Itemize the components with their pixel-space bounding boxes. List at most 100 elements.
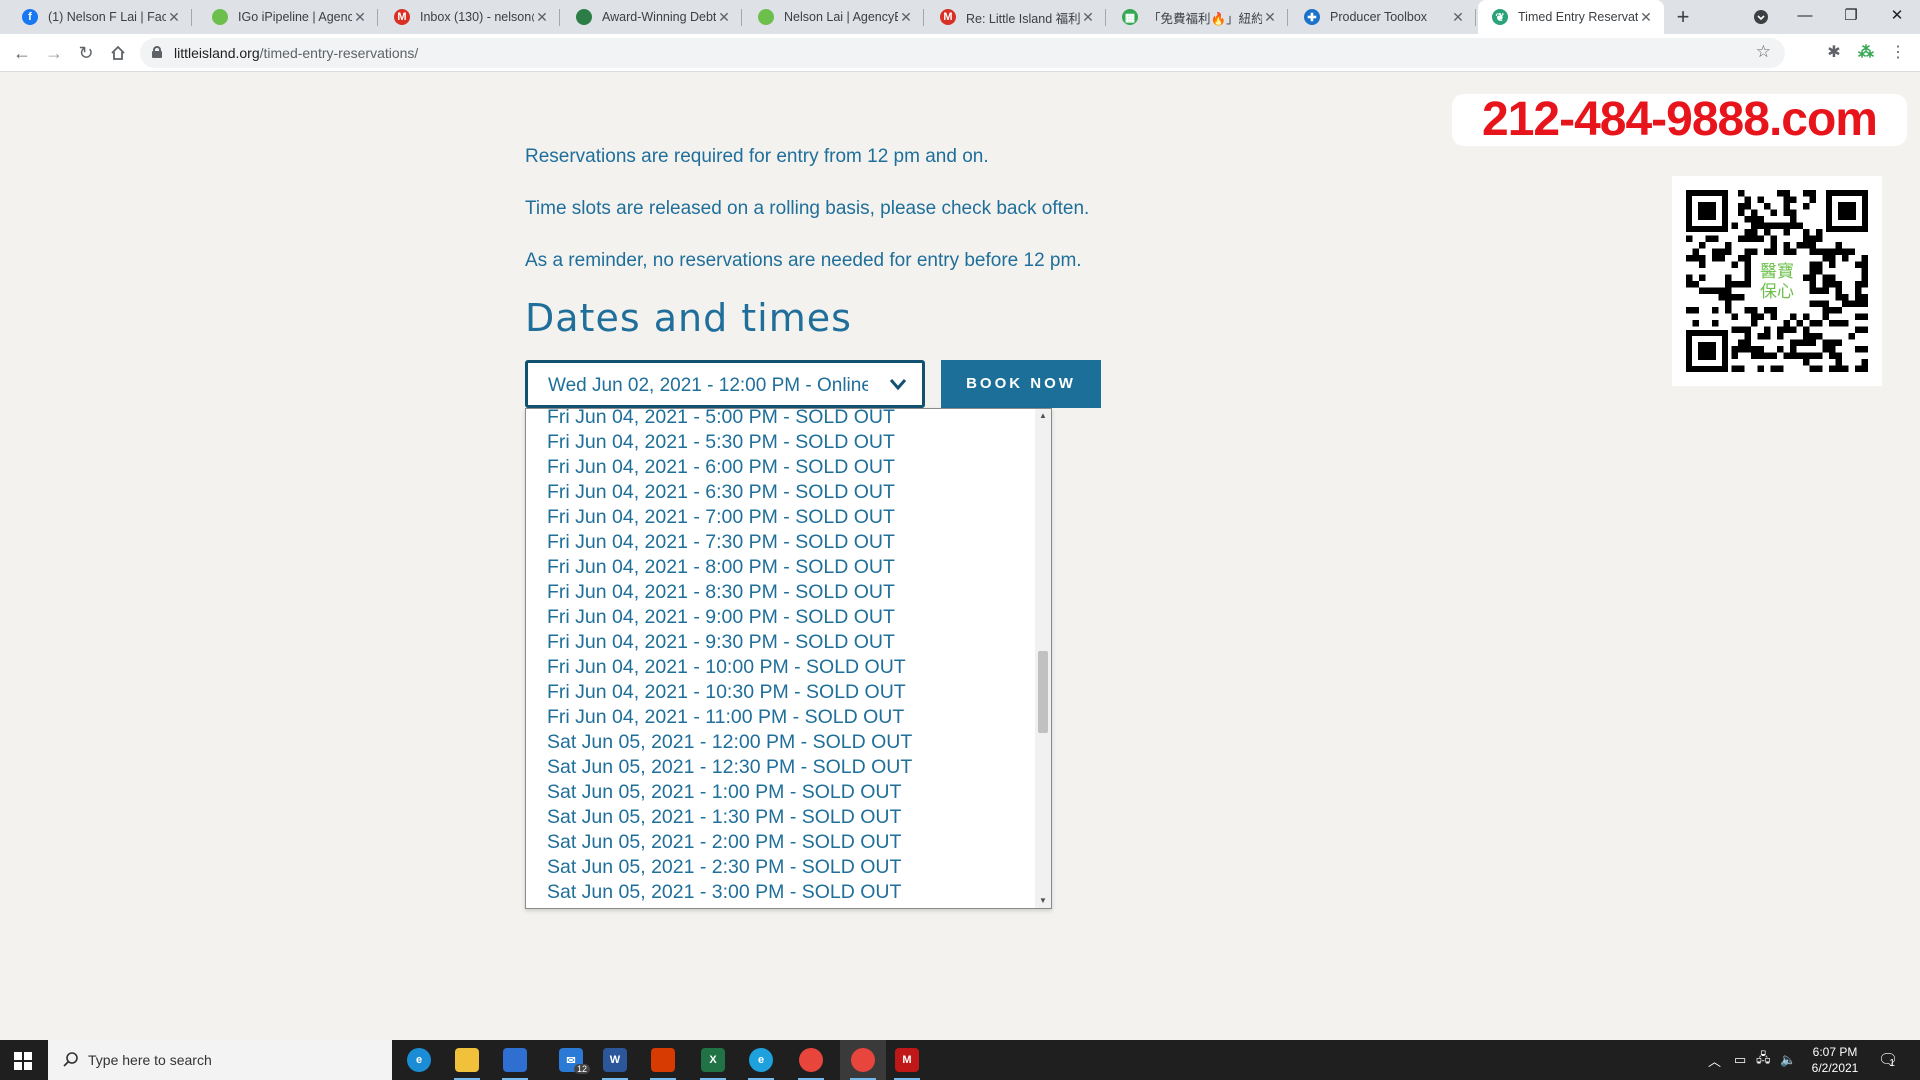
taskbar-search-box[interactable]: Type here to search	[48, 1040, 392, 1080]
slot-option[interactable]: Fri Jun 04, 2021 - 6:30 PM - SOLD OUT	[547, 481, 895, 504]
search-icon	[63, 1052, 78, 1067]
tray-chevron-icon[interactable]: ︿	[1708, 1040, 1721, 1080]
volume-icon[interactable]: 🔈	[1780, 1040, 1796, 1080]
slot-option[interactable]: Fri Jun 04, 2021 - 11:00 PM - SOLD OUT	[547, 706, 904, 729]
forward-icon[interactable]: →	[40, 39, 68, 67]
browser-tab-6[interactable]: M Re: Little Island 福利文✕	[926, 0, 1106, 34]
scroll-thumb[interactable]	[1038, 651, 1048, 733]
ie-taskbar-button[interactable]: e	[738, 1040, 784, 1080]
slot-option[interactable]: Sat Jun 05, 2021 - 12:30 PM - SOLD OUT	[547, 756, 912, 779]
profile-extension-icon[interactable]: ⁂	[1852, 39, 1880, 67]
slot-option[interactable]: Fri Jun 04, 2021 - 9:30 PM - SOLD OUT	[547, 631, 895, 654]
excel-taskbar-button[interactable]: X	[690, 1040, 736, 1080]
slot-option[interactable]: Fri Jun 04, 2021 - 7:00 PM - SOLD OUT	[547, 506, 895, 529]
home-icon[interactable]	[104, 39, 132, 67]
maximize-icon[interactable]: ❐	[1828, 0, 1874, 34]
slot-option[interactable]: Fri Jun 04, 2021 - 5:00 PM - SOLD OUT	[547, 409, 895, 429]
bookmark-star-icon[interactable]: ☆	[1756, 42, 1771, 62]
edge-app-taskbar-button[interactable]: e	[396, 1040, 442, 1080]
browser-tab-1[interactable]: f (1) Nelson F Lai | Faceb✕	[8, 0, 192, 34]
reload-icon[interactable]: ↻	[72, 39, 100, 67]
battery-icon[interactable]: ▭	[1734, 1040, 1746, 1080]
taskbar-clock[interactable]: 6:07 PM 6/2/2021	[1800, 1044, 1870, 1076]
browser-tab-4[interactable]: Award-Winning Debt C✕	[562, 0, 742, 34]
clock-date: 6/2/2021	[1811, 1061, 1859, 1075]
dropdown-scrollbar[interactable]: ▲ ▼	[1035, 409, 1051, 908]
mail-taskbar-button[interactable]: ✉ 12	[548, 1040, 594, 1080]
chrome-profile-icon	[851, 1048, 875, 1072]
browser-tab-5[interactable]: Nelson Lai | AgencyBlo✕	[744, 0, 924, 34]
slot-option[interactable]: Sat Jun 05, 2021 - 3:00 PM - SOLD OUT	[547, 881, 901, 904]
word-taskbar-button[interactable]: W	[592, 1040, 638, 1080]
clock-time: 6:07 PM	[1812, 1045, 1858, 1059]
back-icon[interactable]: ←	[8, 39, 36, 67]
slot-option[interactable]: Fri Jun 04, 2021 - 9:00 PM - SOLD OUT	[547, 606, 895, 629]
tab-label: 「免費福利🔥」紐約首	[1148, 11, 1262, 26]
slot-option[interactable]: Fri Jun 04, 2021 - 7:30 PM - SOLD OUT	[547, 531, 895, 554]
new-tab-button[interactable]: +	[1670, 4, 1696, 30]
slot-option[interactable]: Fri Jun 04, 2021 - 5:30 PM - SOLD OUT	[547, 431, 895, 454]
browser-toolbar: ← → ↻ littleisland.org/timed-entry-reser…	[0, 34, 1920, 72]
tab-close-icon[interactable]: ✕	[534, 9, 550, 26]
extensions-icon[interactable]: ✱	[1820, 39, 1848, 67]
date-time-select[interactable]: Wed Jun 02, 2021 - 12:00 PM - Online	[525, 360, 925, 408]
slot-option[interactable]: Fri Jun 04, 2021 - 10:30 PM - SOLD OUT	[547, 681, 906, 704]
tab-close-icon[interactable]: ✕	[716, 9, 732, 26]
search-placeholder: Type here to search	[88, 1052, 212, 1068]
network-icon[interactable]: 🖧	[1756, 1040, 1771, 1080]
scroll-up-arrow-icon[interactable]: ▲	[1035, 409, 1051, 423]
shield-icon	[576, 9, 592, 25]
slot-dropdown-list[interactable]: Sat Jun 05, 2021 - 3:00 PM - SOLD OUT Sat…	[525, 408, 1052, 909]
slot-option[interactable]: Sat Jun 05, 2021 - 12:00 PM - SOLD OUT	[547, 731, 912, 754]
tab-close-icon[interactable]: ✕	[1262, 9, 1278, 26]
chrome-profile-taskbar-button[interactable]	[840, 1040, 886, 1080]
tab-label: (1) Nelson F Lai | Faceb	[48, 10, 166, 24]
tab-separator	[1105, 9, 1106, 26]
chrome-taskbar-button[interactable]	[788, 1040, 834, 1080]
slot-option[interactable]: Fri Jun 04, 2021 - 8:30 PM - SOLD OUT	[547, 581, 895, 604]
tab-separator	[191, 9, 192, 26]
tab-separator	[923, 9, 924, 26]
lock-icon[interactable]	[152, 46, 162, 58]
tab-search-icon[interactable]	[1738, 0, 1784, 34]
tab-close-icon[interactable]: ✕	[898, 9, 914, 26]
url-text: littleisland.org/timed-entry-reservation…	[174, 45, 419, 61]
slot-option[interactable]: Sat Jun 05, 2021 - 2:00 PM - SOLD OUT	[547, 831, 901, 854]
tab-label: Re: Little Island 福利文	[966, 11, 1080, 26]
browser-tab-8[interactable]: ✚ Producer Toolbox ✕	[1290, 0, 1476, 34]
tab-separator	[1287, 9, 1288, 26]
tab-close-icon[interactable]: ✕	[352, 9, 368, 26]
grid-icon: ▦	[1122, 9, 1138, 25]
tab-close-icon[interactable]: ✕	[1450, 9, 1466, 26]
browser-tab-3[interactable]: M Inbox (130) - nelson@ ✕	[380, 0, 560, 34]
mcafee-taskbar-button[interactable]: M	[884, 1040, 930, 1080]
store-taskbar-button[interactable]	[492, 1040, 538, 1080]
browser-tab-7[interactable]: ▦ 「免費福利🔥」紐約首✕	[1108, 0, 1288, 34]
page-content: Reservations are required for entry from…	[0, 72, 1920, 1040]
address-bar[interactable]: littleisland.org/timed-entry-reservation…	[140, 38, 1785, 68]
tab-close-icon[interactable]: ✕	[166, 9, 182, 26]
tab-separator	[1475, 9, 1476, 26]
windows-start-icon[interactable]	[14, 1052, 32, 1070]
slot-option[interactable]: Sat Jun 05, 2021 - 2:30 PM - SOLD OUT	[547, 856, 901, 879]
file-explorer-taskbar-button[interactable]	[444, 1040, 490, 1080]
minimize-icon[interactable]: —	[1782, 0, 1828, 34]
word-icon: W	[603, 1048, 627, 1072]
scroll-down-arrow-icon[interactable]: ▼	[1035, 894, 1051, 908]
gmail-icon: M	[940, 9, 956, 25]
book-now-button[interactable]: BOOK NOW	[941, 360, 1101, 408]
office-taskbar-button[interactable]	[640, 1040, 686, 1080]
chrome-icon	[799, 1048, 823, 1072]
browser-tab-9[interactable]: ❦ Timed Entry Reservatio ✕	[1478, 0, 1664, 34]
close-window-icon[interactable]: ✕	[1874, 0, 1920, 34]
notification-icon[interactable]: 🗨 1	[1878, 1040, 1898, 1080]
menu-kebab-icon[interactable]: ⋮	[1884, 39, 1912, 67]
tab-close-icon[interactable]: ✕	[1638, 9, 1654, 26]
slot-option[interactable]: Fri Jun 04, 2021 - 10:00 PM - SOLD OUT	[547, 656, 906, 679]
browser-tab-2[interactable]: IGo iPipeline | AgencyB✕	[198, 0, 378, 34]
slot-option[interactable]: Sat Jun 05, 2021 - 1:30 PM - SOLD OUT	[547, 806, 901, 829]
slot-option[interactable]: Fri Jun 04, 2021 - 8:00 PM - SOLD OUT	[547, 556, 895, 579]
tab-close-icon[interactable]: ✕	[1080, 9, 1096, 26]
slot-option[interactable]: Sat Jun 05, 2021 - 1:00 PM - SOLD OUT	[547, 781, 901, 804]
slot-option[interactable]: Fri Jun 04, 2021 - 6:00 PM - SOLD OUT	[547, 456, 895, 479]
